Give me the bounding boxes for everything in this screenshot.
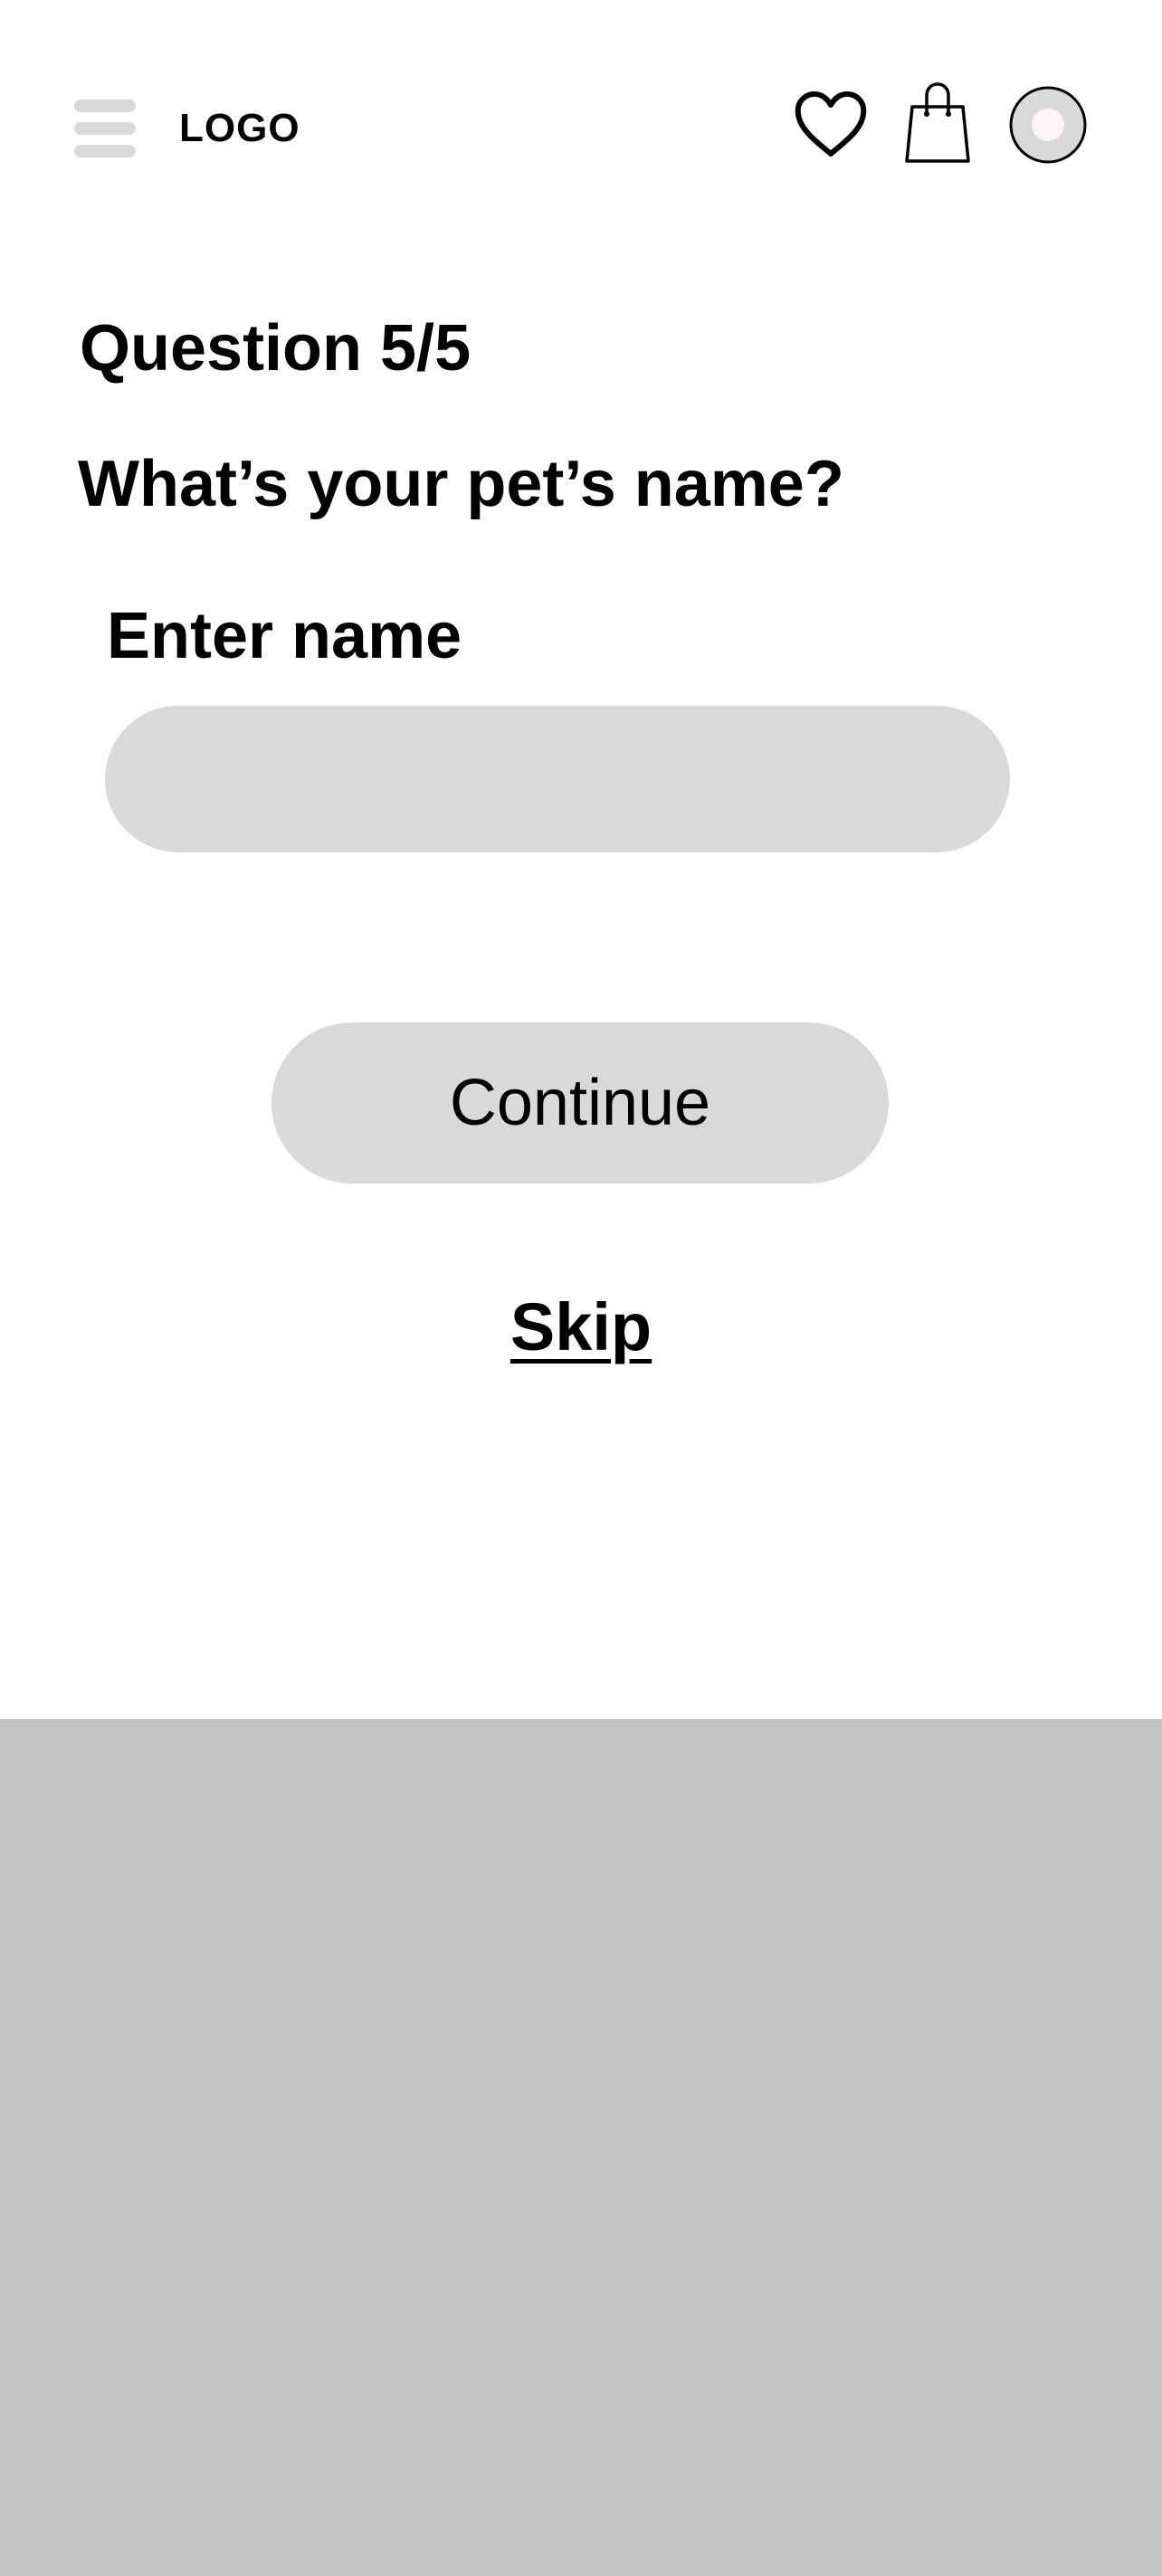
question-progress: Question 5/5 [80,312,471,385]
logo[interactable]: LOGO [179,103,300,154]
name-field-label: Enter name [107,600,462,672]
shopping-bag-icon[interactable] [903,81,972,166]
bottom-panel [0,1719,1162,2576]
avatar-icon[interactable] [1008,85,1088,165]
question-title: What’s your pet’s name? [78,448,844,520]
hamburger-menu-icon[interactable] [74,100,136,157]
app-header: LOGO [0,0,1162,253]
continue-button[interactable]: Continue [271,1022,889,1183]
menu-bar-top [74,100,136,112]
skip-link[interactable]: Skip [0,1287,1162,1368]
pet-name-input[interactable] [105,706,1010,852]
menu-bar-middle [74,122,136,135]
heart-icon[interactable] [793,87,869,163]
menu-bar-bottom [74,145,136,157]
